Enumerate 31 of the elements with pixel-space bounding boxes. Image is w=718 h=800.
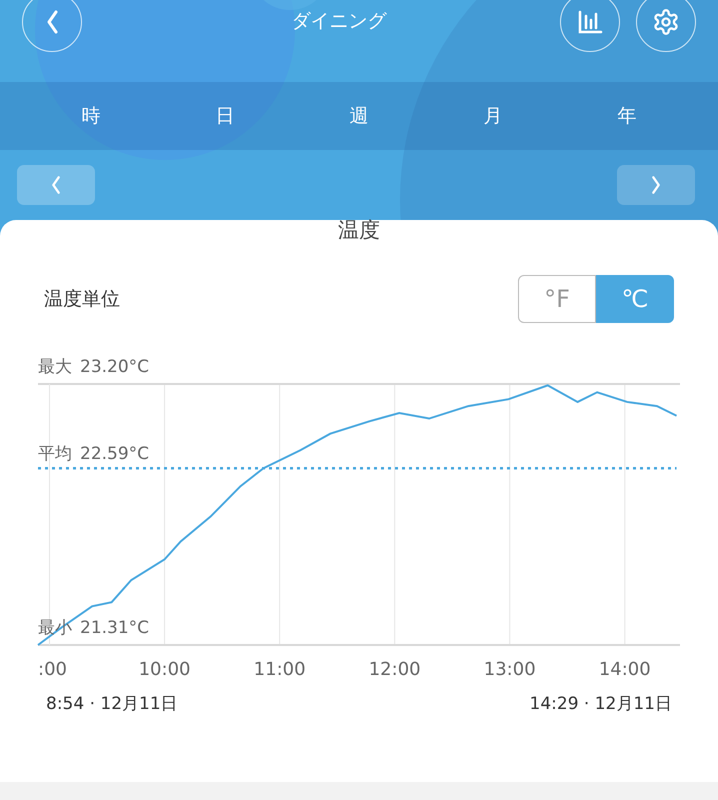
chevron-right-icon [651, 175, 661, 195]
settings-icon [652, 8, 680, 36]
x-axis-label: 14:00 [598, 659, 651, 680]
y-axis-label: 22.59°C [80, 444, 150, 464]
period-tab[interactable]: 時 [24, 82, 158, 150]
x-axis-label: 13:00 [484, 659, 536, 680]
y-axis-caption: 最大 [38, 357, 72, 377]
x-axis-label: 12:00 [368, 659, 421, 680]
period-tab[interactable]: 年 [560, 82, 694, 150]
period-tab[interactable]: 日 [158, 82, 292, 150]
bar-chart-icon [577, 10, 603, 34]
y-axis-label: 21.31°C [80, 618, 150, 638]
y-axis-caption: 平均 [38, 444, 72, 464]
unit-option[interactable]: °F [518, 275, 596, 323]
settings-button[interactable] [636, 0, 696, 52]
back-button[interactable] [22, 0, 82, 52]
unit-option[interactable]: ℃ [596, 275, 674, 323]
start-time: 8:54 · 12月11日 [46, 693, 178, 715]
page-title: ダイニング [290, 9, 388, 34]
section-title: 温度 [338, 218, 380, 242]
x-axis-label: :00 [38, 659, 67, 680]
period-tab[interactable]: 週 [292, 82, 426, 150]
chart-button[interactable] [560, 0, 620, 52]
end-time: 14:29 · 12月11日 [530, 693, 672, 715]
back-icon [46, 9, 58, 35]
x-axis-label: 10:00 [138, 659, 190, 680]
period-tab[interactable]: 月 [426, 82, 560, 150]
chevron-left-icon [51, 175, 61, 195]
unit-label: 温度単位 [44, 287, 120, 312]
x-axis-label: 11:00 [254, 659, 306, 680]
y-axis-label: 23.20°C [80, 357, 150, 377]
